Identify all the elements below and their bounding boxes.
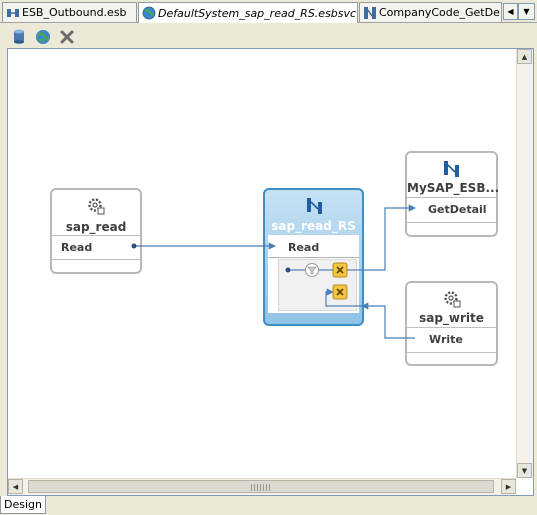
toolbar [0,23,537,49]
database-icon [13,29,24,44]
node-title: sap_read_RS [271,219,356,233]
tab-label: CompanyCode_GetDe [379,6,500,19]
node-sap-read[interactable]: sap_read Read [50,188,142,274]
scroll-right-button[interactable]: ▶ [501,479,516,494]
node-divider [268,257,359,258]
routing-service-icon [443,161,459,177]
node-mysap-esb[interactable]: MySAP_ESB... GetDetail [405,151,500,237]
database-button[interactable] [10,28,27,45]
grip-icon [251,484,271,491]
node-sap-write[interactable]: sap_write Write [405,281,498,366]
editor-tab-bar: ESB_Outbound.esb DefaultSystem_sap_read_… [0,0,537,23]
scroll-left-button[interactable]: ◀ [8,479,23,494]
vertical-scrollbar[interactable]: ▲ ▼ [516,49,533,478]
chevron-down-icon: ▼ [523,7,530,16]
node-title: MySAP_ESB... [407,181,500,195]
node-divider [407,327,496,328]
tab-design[interactable]: Design [0,496,46,514]
operation-read[interactable]: Read [61,241,92,254]
tab-companycode[interactable]: CompanyCode_GetDe [359,2,502,22]
routing-rules-panel [278,259,357,311]
globe-icon [35,29,50,44]
delete-x-icon [60,30,73,43]
gear-adapter-icon [443,291,460,308]
chevron-left-icon: ◀ [507,7,514,16]
routing-service-icon [307,198,322,214]
tabs-menu-button[interactable]: ▼ [518,3,535,20]
node-divider [52,235,140,236]
operation-write[interactable]: Write [429,333,463,346]
arrow-right-icon: ▶ [505,482,512,491]
scrollbar-thumb[interactable] [28,480,494,493]
operation-read[interactable]: Read [288,241,319,254]
arrow-down-icon: ▼ [521,466,528,475]
node-title: sap_read [65,220,127,234]
routing-service-icon [364,6,376,19]
tab-label: ESB_Outbound.esb [22,6,127,19]
scroll-down-button[interactable]: ▼ [517,463,532,478]
tabs-scroll-left-button[interactable]: ◀ [503,3,518,20]
node-sap-read-rs[interactable]: sap_read_RS Read [263,188,364,326]
node-divider [407,352,496,353]
globe-button[interactable] [34,28,51,45]
globe-service-icon [142,6,156,20]
esb-diagram-icon [7,8,19,17]
delete-button[interactable] [58,28,75,45]
tab-label: DefaultSystem_sap_read_RS.esbsvc [158,6,357,20]
operation-getdetail[interactable]: GetDetail [428,203,487,216]
node-divider [407,222,496,223]
node-divider [407,197,496,198]
node-title: sap_write [419,311,484,325]
arrow-left-icon: ◀ [12,482,19,491]
tab-label: Design [4,498,42,511]
tab-esb-outbound[interactable]: ESB_Outbound.esb [2,2,137,22]
tab-defaultsystem-service[interactable]: DefaultSystem_sap_read_RS.esbsvc [138,2,358,23]
gear-adapter-icon [88,198,105,215]
arrow-up-icon: ▲ [521,52,528,61]
horizontal-scrollbar[interactable]: ◀ ▶ [8,478,516,495]
scroll-up-button[interactable]: ▲ [517,49,532,64]
node-divider [52,259,140,260]
router-body: Read [268,235,359,313]
